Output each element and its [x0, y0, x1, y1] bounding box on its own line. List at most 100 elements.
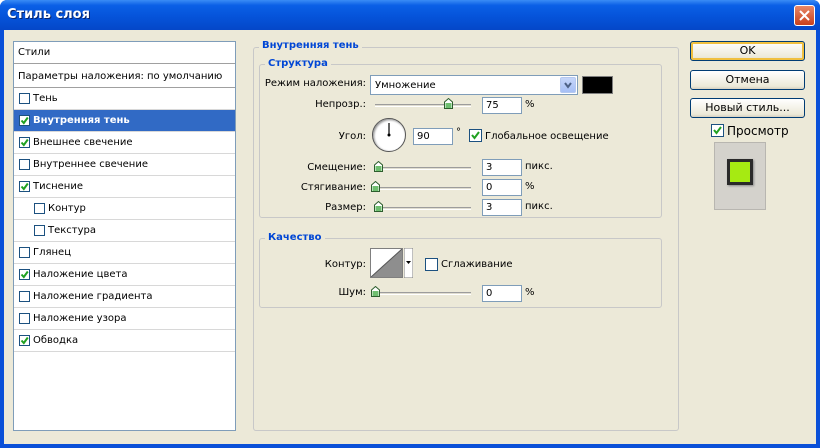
style-item-checkbox[interactable]	[34, 225, 45, 236]
style-item[interactable]: Тень	[14, 88, 235, 110]
preview-checkbox[interactable]	[711, 124, 724, 137]
style-item-checkbox[interactable]	[19, 181, 30, 192]
style-item-label: Наложение градиента	[33, 291, 153, 302]
size-unit: пикс.	[525, 201, 553, 212]
style-item-checkbox[interactable]	[19, 335, 30, 346]
styles-header[interactable]: Стили	[14, 42, 235, 64]
ok-button[interactable]: OK	[690, 41, 805, 61]
global-light-checkbox[interactable]	[469, 129, 482, 142]
opacity-unit: %	[525, 99, 535, 110]
blend-options-item[interactable]: Параметры наложения: по умолчанию	[14, 66, 235, 88]
style-item[interactable]: Тиснение	[14, 176, 235, 198]
styles-list: Стили Параметры наложения: по умолчанию …	[13, 41, 236, 431]
choke-slider-track	[375, 187, 471, 190]
styles-header-label: Стили	[18, 47, 51, 58]
noise-input[interactable]: 0	[482, 285, 522, 302]
style-item[interactable]: Наложение градиента	[14, 286, 235, 308]
distance-unit: пикс.	[525, 161, 553, 172]
style-item[interactable]: Внутренняя тень	[14, 110, 235, 132]
style-item-label: Обводка	[33, 335, 79, 346]
style-item-label: Тень	[33, 93, 58, 104]
new-style-button[interactable]: Новый стиль...	[690, 98, 805, 118]
style-item-checkbox[interactable]	[19, 313, 30, 324]
style-item[interactable]: Контур	[14, 198, 235, 220]
distance-label: Смещение:	[307, 162, 366, 173]
choke-label: Стягивание:	[300, 182, 366, 193]
noise-slider-thumb[interactable]	[371, 286, 380, 297]
style-item-label: Глянец	[33, 247, 72, 258]
style-item[interactable]: Внешнее свечение	[14, 132, 235, 154]
blend-mode-value: Умножение	[375, 80, 436, 91]
style-item-checkbox[interactable]	[19, 269, 30, 280]
style-item-label: Тиснение	[33, 181, 83, 192]
check-icon	[20, 116, 29, 125]
distance-input[interactable]: 3	[482, 159, 522, 176]
contour-curve-icon	[370, 248, 403, 278]
check-icon	[20, 270, 29, 279]
style-item-label: Наложение цвета	[33, 269, 128, 280]
style-item-label: Наложение узора	[33, 313, 127, 324]
style-item-checkbox[interactable]	[19, 137, 30, 148]
style-item[interactable]: Текстура	[14, 220, 235, 242]
noise-unit: %	[525, 287, 535, 298]
opacity-input[interactable]: 75	[482, 97, 522, 114]
style-item-label: Внутреннее свечение	[33, 159, 148, 170]
angle-unit: °	[456, 127, 461, 138]
size-slider-track	[375, 207, 471, 210]
antialias-checkbox[interactable]	[425, 258, 438, 271]
style-item[interactable]: Обводка	[14, 330, 235, 352]
angle-label: Угол:	[338, 131, 366, 142]
style-item-checkbox[interactable]	[19, 159, 30, 170]
style-item-checkbox[interactable]	[34, 203, 45, 214]
blend-mode-select[interactable]: Умножение	[370, 75, 578, 95]
style-item[interactable]: Глянец	[14, 242, 235, 264]
style-item-checkbox[interactable]	[19, 115, 30, 126]
check-icon	[20, 336, 29, 345]
preview-swatch	[727, 159, 753, 185]
style-item-checkbox[interactable]	[19, 291, 30, 302]
distance-slider-thumb[interactable]	[374, 161, 383, 172]
style-item-label: Текстура	[48, 225, 97, 236]
choke-slider-thumb[interactable]	[371, 181, 380, 192]
style-item[interactable]: Наложение узора	[14, 308, 235, 330]
check-icon	[20, 138, 29, 147]
style-item-checkbox[interactable]	[19, 93, 30, 104]
title-bar[interactable]: Стиль слоя	[0, 0, 820, 30]
inner-shadow-title: Внутренняя тень	[259, 40, 362, 51]
style-item[interactable]: Наложение цвета	[14, 264, 235, 286]
size-label: Размер:	[325, 202, 366, 213]
angle-dial[interactable]	[372, 118, 406, 152]
close-button[interactable]	[794, 5, 815, 26]
global-light-label: Глобальное освещение	[485, 131, 609, 142]
distance-slider-track	[375, 167, 471, 170]
size-slider-thumb[interactable]	[374, 201, 383, 212]
window-title: Стиль слоя	[7, 7, 90, 22]
dialog-body: Стили Параметры наложения: по умолчанию …	[4, 30, 816, 444]
choke-unit: %	[525, 181, 535, 192]
style-item-label: Внешнее свечение	[33, 137, 133, 148]
style-item-label: Внутренняя тень	[33, 115, 130, 126]
style-item-label: Контур	[48, 203, 86, 214]
contour-label: Контур:	[324, 259, 366, 270]
opacity-slider-thumb[interactable]	[444, 98, 453, 109]
check-icon	[20, 182, 29, 191]
angle-input[interactable]: 90	[413, 128, 453, 145]
chevron-down-icon	[560, 77, 576, 93]
shadow-color-swatch[interactable]	[582, 76, 613, 94]
blend-mode-label: Режим наложения:	[264, 78, 366, 89]
check-icon	[713, 126, 722, 135]
size-input[interactable]: 3	[482, 199, 522, 216]
structure-title: Структура	[265, 58, 331, 69]
cancel-button[interactable]: Отмена	[690, 70, 805, 90]
opacity-label: Непрозр.:	[315, 99, 366, 110]
antialias-label: Сглаживание	[441, 259, 513, 270]
style-item[interactable]: Внутреннее свечение	[14, 154, 235, 176]
angle-indicator-icon	[387, 123, 391, 137]
style-item-checkbox[interactable]	[19, 247, 30, 258]
choke-input[interactable]: 0	[482, 179, 522, 196]
noise-slider-track	[375, 292, 471, 295]
contour-picker[interactable]	[370, 248, 403, 278]
blend-options-label: Параметры наложения: по умолчанию	[18, 71, 223, 82]
dialog-window: Стиль слоя Стили Параметры наложения: по…	[0, 0, 820, 448]
contour-dropdown-icon[interactable]	[404, 248, 413, 278]
